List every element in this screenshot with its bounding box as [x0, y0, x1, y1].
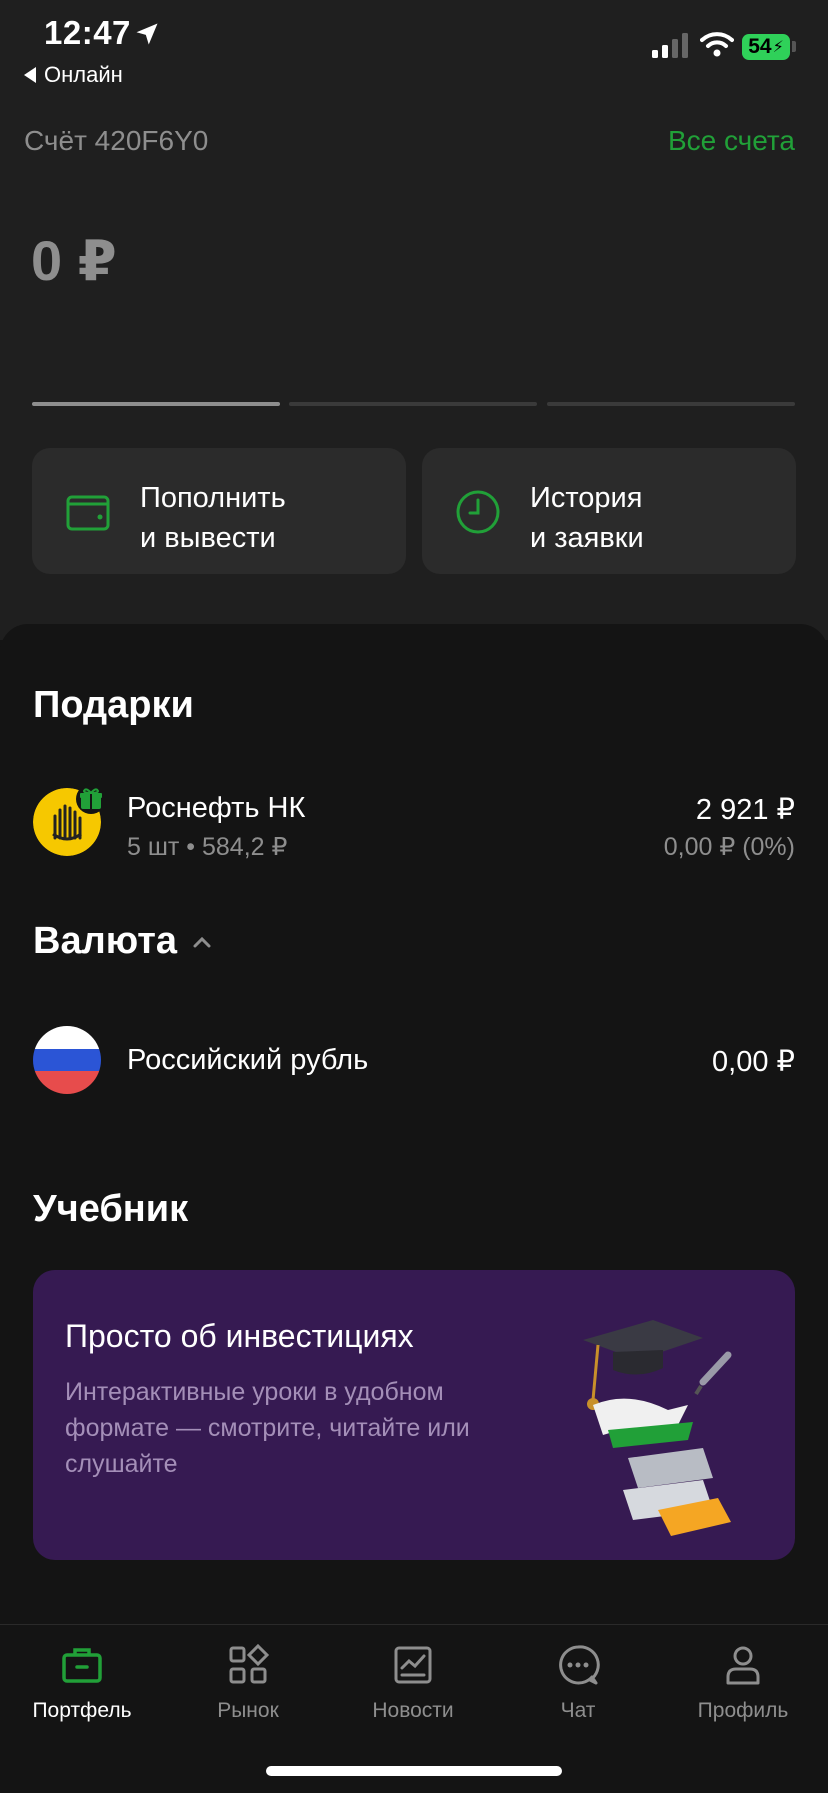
gift-position-quantity: 5 шт • 584,2 ₽ — [127, 833, 288, 861]
tab-profile[interactable]: Профиль — [668, 1643, 818, 1723]
account-label[interactable]: Счёт 420F6Y0 — [24, 125, 208, 157]
clock-icon — [456, 490, 500, 534]
all-accounts-link[interactable]: Все счета — [668, 125, 795, 157]
deposit-withdraw-label: Пополнить и вывести — [140, 482, 286, 554]
textbook-section-title: Учебник — [33, 1188, 189, 1230]
battery-tip — [792, 41, 796, 52]
gift-position-row[interactable]: Роснефть НК 5 шт • 584,2 ₽ 2 921 ₽ 0,00 … — [33, 788, 795, 861]
tab-news-label: Новости — [372, 1699, 454, 1722]
tab-chat[interactable]: Чат — [503, 1643, 653, 1723]
gift-icon — [76, 784, 106, 814]
deposit-withdraw-button[interactable]: Пополнить и вывести — [32, 448, 406, 574]
battery-level: 54 — [748, 35, 772, 58]
battery-indicator: 54 ⚡ — [742, 34, 790, 60]
gift-position-change: 0,00 ₽ (0%) — [663, 833, 795, 861]
gift-position-value: 2 921 ₽ — [695, 794, 795, 826]
course-title: Просто об инвестициях — [65, 1318, 414, 1354]
chat-icon — [559, 1645, 600, 1685]
back-app-label: Онлайн — [44, 62, 123, 87]
history-orders-button[interactable]: История и заявки — [422, 448, 796, 574]
tab-market-label: Рынок — [217, 1699, 279, 1722]
investing-course-card[interactable]: Просто об инвестициях Интерактивные урок… — [33, 1270, 795, 1560]
history-orders-label: История и заявки — [530, 482, 644, 554]
status-bar: 12:47 Онлайн 54 ⚡ — [0, 0, 828, 100]
wifi-icon — [700, 32, 734, 57]
status-time: 12:47 — [44, 14, 131, 51]
course-illustration — [583, 1320, 732, 1536]
russia-flag-icon — [33, 1026, 101, 1094]
currency-section-title: Валюта — [33, 920, 177, 962]
portfolio-balance: 0 ₽ — [31, 229, 117, 292]
tab-market[interactable]: Рынок — [173, 1643, 323, 1723]
page-indicator-2 — [289, 402, 537, 406]
back-triangle-icon — [24, 67, 36, 83]
gifts-section-title: Подарки — [33, 684, 194, 726]
page-indicator-1 — [32, 402, 280, 406]
currency-name: Российский рубль — [127, 1044, 369, 1076]
page-indicator-3 — [547, 402, 795, 406]
course-description: Интерактивные уроки в удобном формате — … — [65, 1378, 470, 1478]
tab-profile-label: Профиль — [697, 1699, 789, 1722]
home-indicator — [266, 1766, 562, 1776]
chevron-up-icon — [193, 936, 211, 947]
charging-bolt-icon: ⚡ — [772, 39, 784, 56]
currency-row[interactable]: Российский рубль 0,00 ₽ — [33, 1026, 795, 1096]
currency-value: 0,00 ₽ — [712, 1046, 795, 1078]
tab-portfolio-label: Портфель — [32, 1699, 132, 1722]
tab-news[interactable]: Новости — [338, 1643, 488, 1723]
news-chart-icon — [394, 1646, 432, 1684]
tab-portfolio[interactable]: Портфель — [7, 1643, 157, 1723]
back-to-app-link[interactable]: Онлайн — [24, 62, 123, 88]
cellular-signal-icon — [652, 33, 688, 58]
market-grid-icon — [229, 1643, 270, 1684]
briefcase-icon — [62, 1648, 102, 1683]
currency-section-header[interactable]: Валюта — [33, 920, 213, 963]
wallet-icon — [66, 495, 110, 531]
gift-position-name: Роснефть НК — [127, 792, 306, 824]
profile-icon — [726, 1646, 760, 1685]
location-arrow-icon — [136, 23, 158, 45]
tab-chat-label: Чат — [560, 1699, 596, 1722]
